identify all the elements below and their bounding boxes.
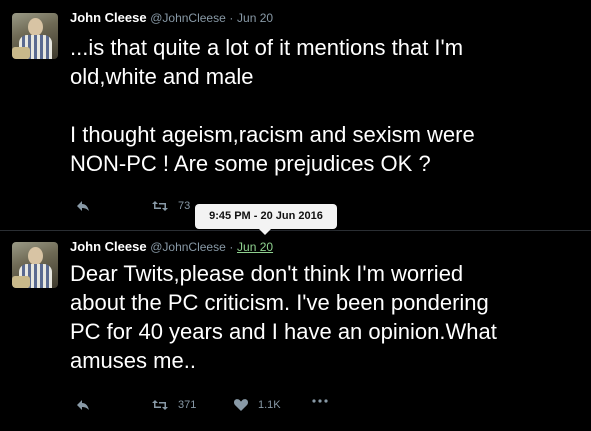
more-button[interactable] xyxy=(312,399,328,403)
tweet[interactable]: John Cleese @JohnCleese · Jun 20 Dear Tw… xyxy=(0,231,591,431)
tooltip-text: 9:45 PM - 20 Jun 2016 xyxy=(209,210,323,222)
reply-button[interactable] xyxy=(76,399,90,411)
tweet[interactable]: John Cleese @JohnCleese · Jun 20 ...is t… xyxy=(0,0,591,231)
avatar[interactable] xyxy=(12,242,58,288)
retweet-count: 73 xyxy=(178,200,191,212)
reply-icon xyxy=(77,400,89,410)
author-name[interactable]: John Cleese xyxy=(70,239,147,254)
tweet-header: John Cleese @JohnCleese · Jun 20 xyxy=(70,239,273,254)
tweet-date[interactable]: Jun 20 xyxy=(237,11,273,25)
separator: · xyxy=(229,240,234,254)
more-icon xyxy=(312,399,328,403)
tweet-date-link[interactable]: Jun 20 xyxy=(237,240,273,254)
retweet-icon xyxy=(152,201,168,211)
tweet-header: John Cleese @JohnCleese · Jun 20 xyxy=(70,10,273,25)
reply-icon xyxy=(77,201,89,211)
tweet-text: Dear Twits,please don't think I'm worrie… xyxy=(70,261,497,373)
reply-button[interactable] xyxy=(76,200,90,212)
like-button[interactable]: 1.1K xyxy=(234,399,281,411)
tooltip-arrow xyxy=(259,229,271,235)
retweet-button[interactable]: 371 xyxy=(152,399,196,411)
retweet-button[interactable]: 73 xyxy=(152,200,190,212)
separator: · xyxy=(229,11,234,25)
like-icon xyxy=(234,399,248,411)
timestamp-tooltip: 9:45 PM - 20 Jun 2016 xyxy=(195,204,337,235)
author-handle[interactable]: @JohnCleese xyxy=(150,11,226,25)
author-handle[interactable]: @JohnCleese xyxy=(150,240,226,254)
like-count: 1.1K xyxy=(258,399,281,411)
tweet-text: ...is that quite a lot of it mentions th… xyxy=(70,35,475,176)
author-name[interactable]: John Cleese xyxy=(70,10,147,25)
avatar[interactable] xyxy=(12,13,58,59)
retweet-count: 371 xyxy=(178,399,197,411)
retweet-icon xyxy=(152,400,168,410)
